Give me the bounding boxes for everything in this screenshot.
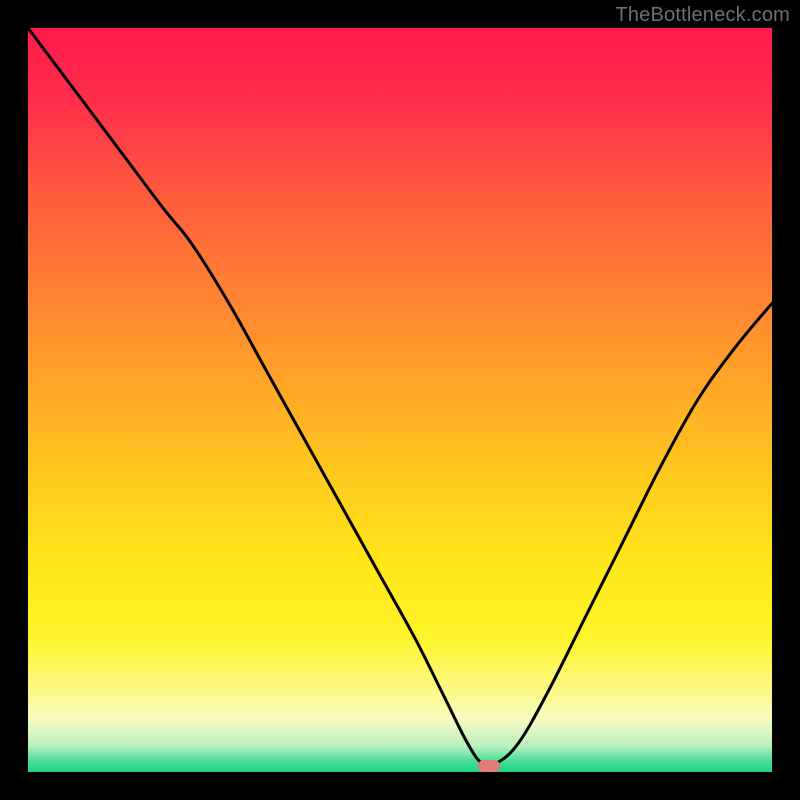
attribution-watermark: TheBottleneck.com [615,4,790,27]
minimum-marker [478,760,500,772]
gradient-background [28,28,772,772]
chart-svg [28,28,772,772]
plot-area [28,28,772,772]
chart-frame: TheBottleneck.com [0,0,800,800]
